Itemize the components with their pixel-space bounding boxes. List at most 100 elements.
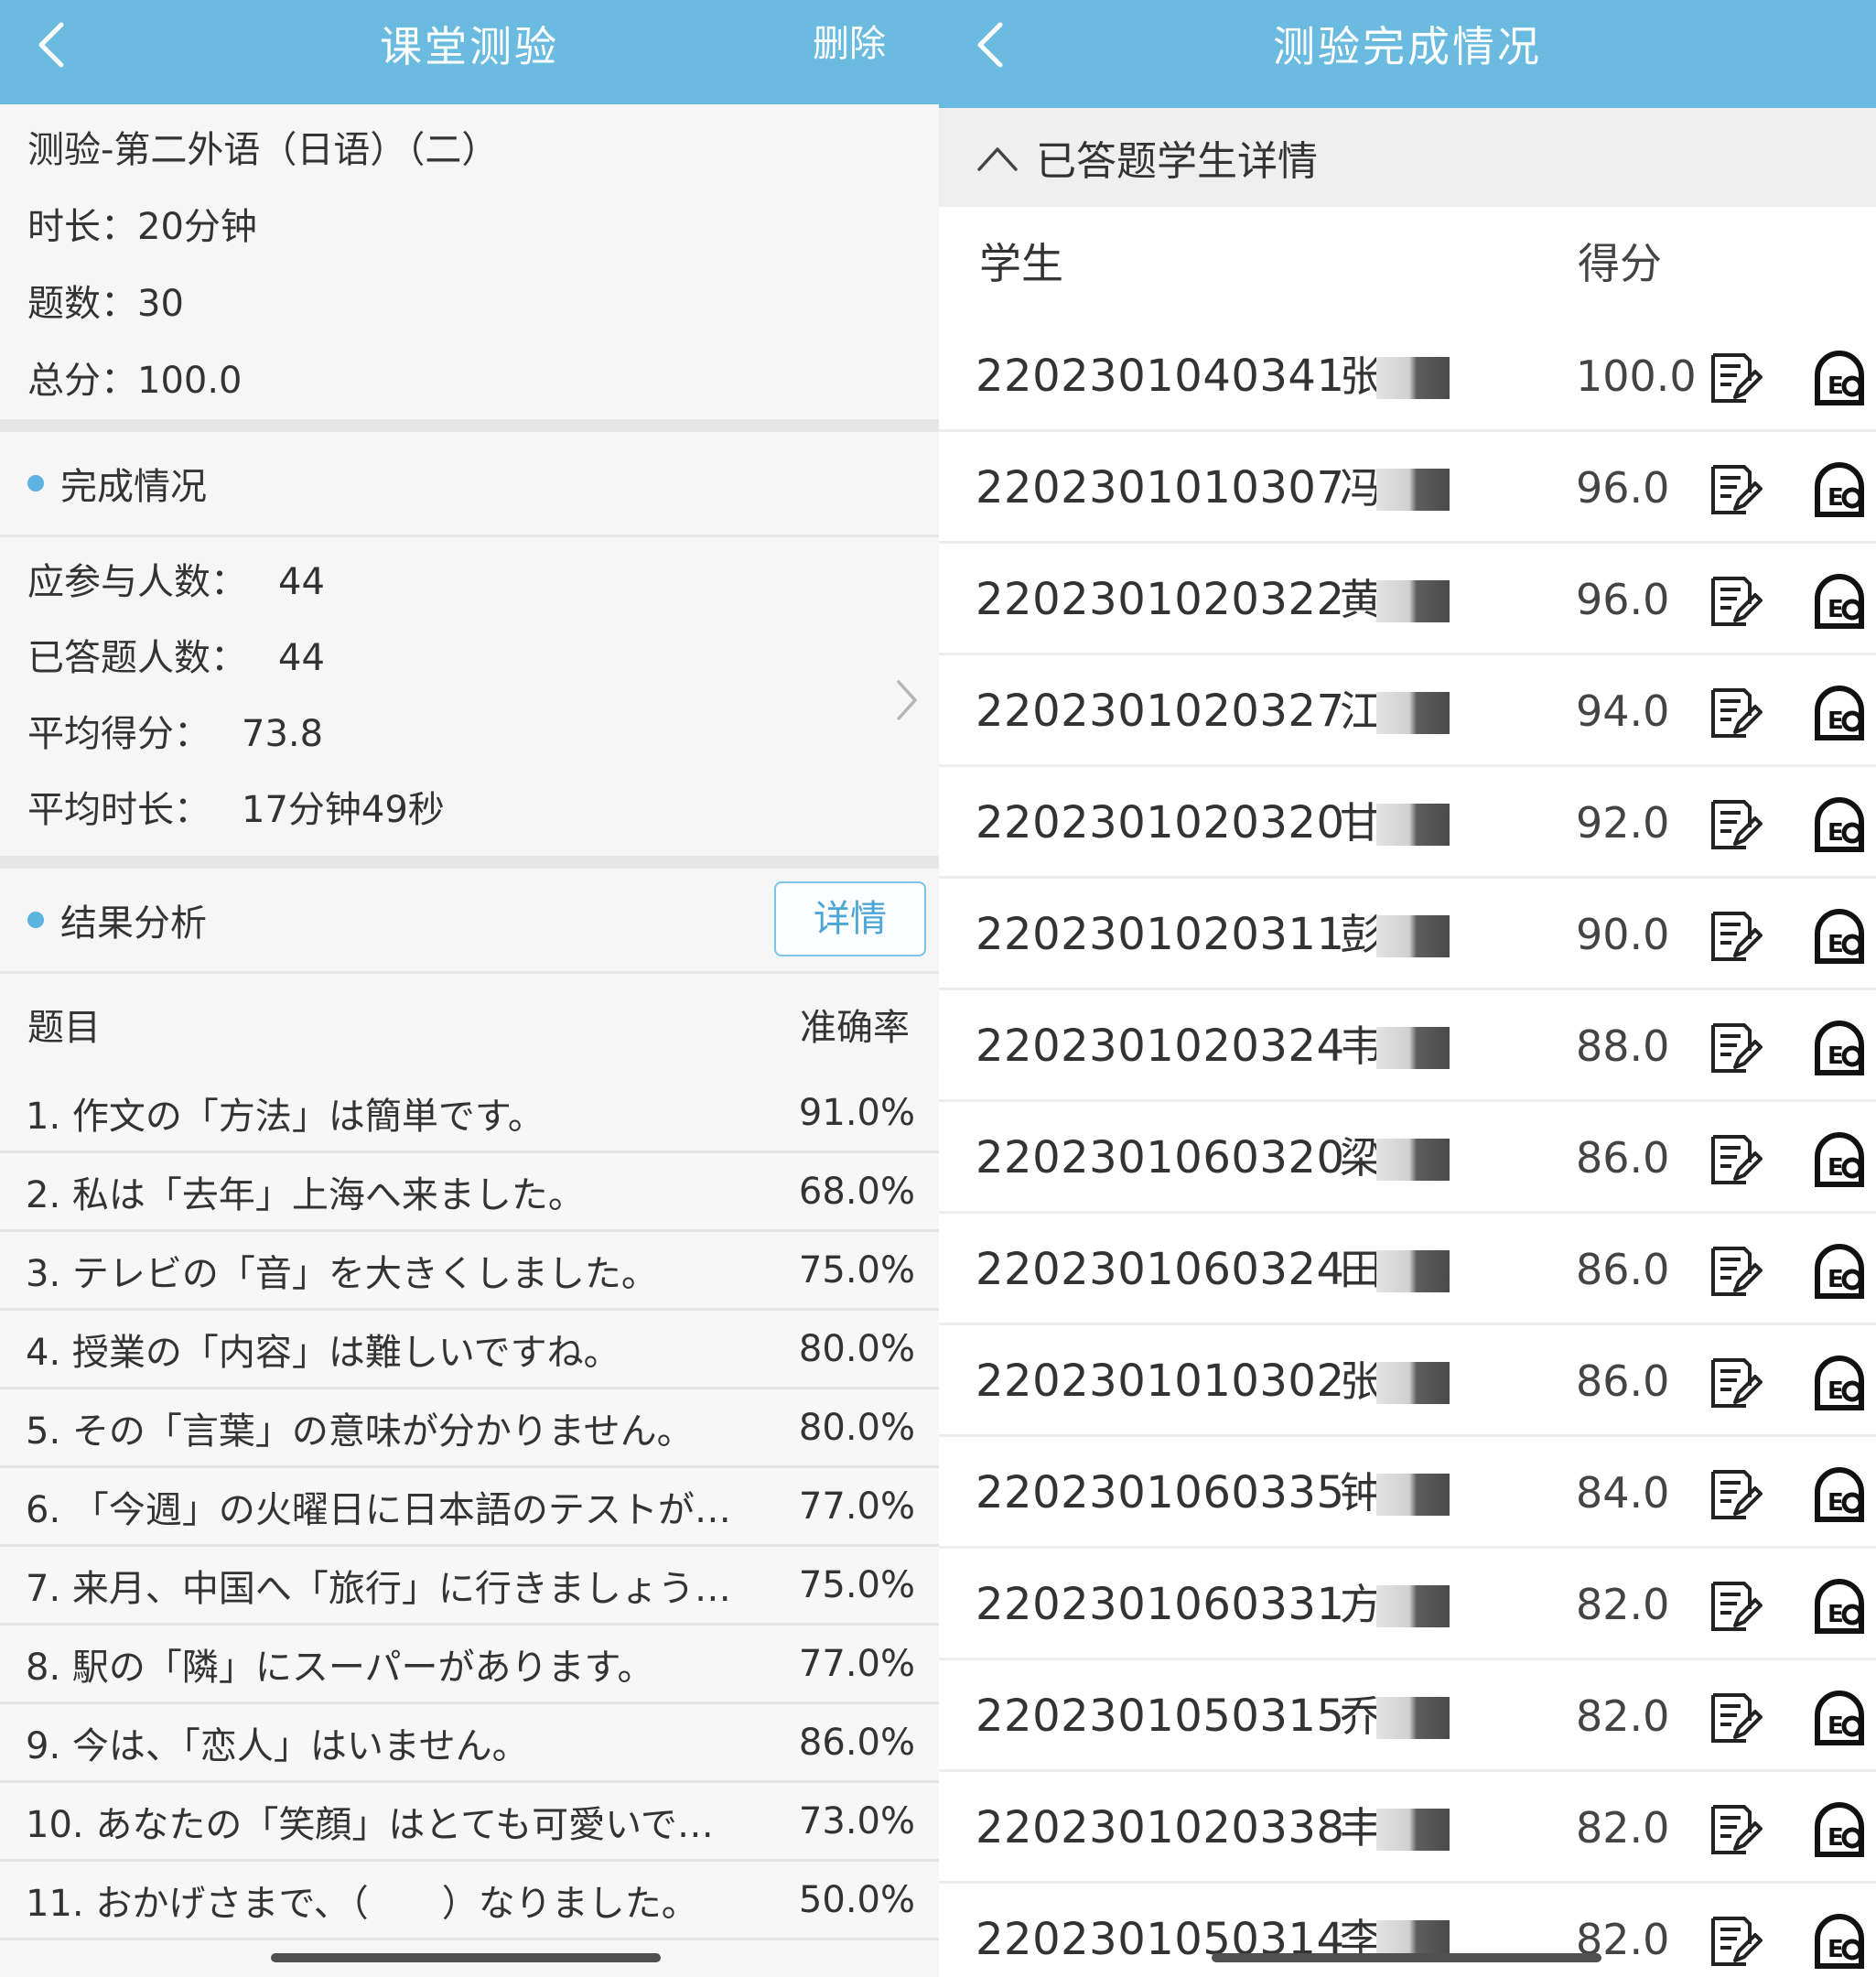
eo-view-icon[interactable]: E	[1812, 794, 1872, 855]
svg-text:E: E	[1827, 1824, 1844, 1852]
student-id: 2202301020324	[976, 1021, 1345, 1072]
question-row[interactable]: 4. 授業の「内容」は難しいですね。 80.0%	[0, 1311, 939, 1389]
question-row[interactable]: 2. 私は「去年」上海へ来ました。 68.0%	[0, 1153, 939, 1232]
student-score: 86.0	[1576, 1133, 1670, 1183]
edit-document-icon[interactable]	[1704, 1688, 1764, 1748]
edit-document-icon[interactable]	[1704, 1241, 1764, 1302]
eo-view-icon[interactable]: E	[1812, 1353, 1872, 1413]
student-row[interactable]: 2202301060324 田 86.0 E	[939, 1214, 1876, 1325]
eo-view-icon[interactable]: E	[1812, 1018, 1872, 1078]
answered-students-toggle[interactable]: 已答题学生详情	[939, 108, 1876, 207]
student-row[interactable]: 2202301020311 彭 90.0 E	[939, 879, 1876, 990]
eo-view-icon[interactable]: E	[1812, 1241, 1872, 1302]
completion-stats[interactable]: 应参与人数： 44 已答题人数： 44 平均得分： 73.8 平均时长： 17分钟49秒	[0, 537, 939, 856]
stat-average-time: 平均时长： 17分钟49秒	[0, 772, 939, 848]
student-row[interactable]: 2202301010302 张 86.0 E	[939, 1325, 1876, 1437]
accuracy-rate: 80.0%	[798, 1327, 915, 1370]
edit-document-icon[interactable]	[1704, 1353, 1764, 1413]
eo-view-icon[interactable]: E	[1812, 571, 1872, 632]
student-table-header: 学生 得分	[939, 207, 1876, 320]
eo-view-icon[interactable]: E	[1812, 1688, 1872, 1748]
edit-document-icon[interactable]	[1704, 1911, 1764, 1972]
edit-document-icon[interactable]	[1704, 906, 1764, 967]
student-row[interactable]: 2202301020322 黄 96.0 E	[939, 544, 1876, 655]
chevron-right-icon[interactable]	[888, 673, 924, 728]
question-row[interactable]: 3. テレビの「音」を大きくしました。 75.0%	[0, 1232, 939, 1311]
student-row[interactable]: 2202301060335 钟 84.0 E	[939, 1437, 1876, 1549]
home-indicator[interactable]	[271, 1953, 661, 1962]
eo-view-icon[interactable]: E	[1812, 1911, 1872, 1972]
accuracy-rate: 75.0%	[798, 1563, 915, 1606]
question-row[interactable]: 8. 駅の「隣」にスーパーがあります。 77.0%	[0, 1626, 939, 1704]
quiz-question-count: 题数：30	[27, 283, 184, 325]
question-text: 4. 授業の「内容」は難しいですね。	[26, 1331, 620, 1374]
edit-document-icon[interactable]	[1704, 794, 1764, 855]
svg-text:E: E	[1827, 1489, 1844, 1517]
edit-document-icon[interactable]	[1704, 1018, 1764, 1078]
student-score: 92.0	[1576, 798, 1670, 848]
student-score: 82.0	[1576, 1803, 1670, 1853]
completion-heading: 完成情况	[0, 432, 939, 535]
eo-view-icon[interactable]: E	[1812, 906, 1872, 967]
edit-document-icon[interactable]	[1704, 459, 1764, 520]
question-row[interactable]: 9. 今は、「恋人」はいません。 86.0%	[0, 1704, 939, 1783]
eo-view-icon[interactable]: E	[1812, 348, 1872, 408]
edit-document-icon[interactable]	[1704, 571, 1764, 632]
completion-heading-label: 完成情况	[60, 466, 207, 508]
divider	[0, 419, 939, 432]
student-row[interactable]: 2202301020327 江 94.0 E	[939, 655, 1876, 767]
eo-view-icon[interactable]: E	[1812, 1129, 1872, 1190]
student-id: 2202301020322	[976, 574, 1345, 625]
student-score: 96.0	[1576, 575, 1670, 624]
student-row[interactable]: 2202301010307 冯 96.0 E	[939, 432, 1876, 544]
question-row[interactable]: 11. おかげさまで、（ ）なりました。 50.0%	[0, 1862, 939, 1940]
question-text: 6. 「今週」の火曜日に日本語のテストが…	[26, 1488, 731, 1531]
name-redaction-mask	[1376, 469, 1450, 511]
svg-text:E: E	[1827, 596, 1844, 623]
question-row[interactable]: 10. あなたの「笑顔」はとても可愛いで… 73.0%	[0, 1783, 939, 1862]
stat-label: 平均时长：	[27, 789, 210, 831]
question-row[interactable]: 6. 「今週」の火曜日に日本語のテストが… 77.0%	[0, 1468, 939, 1547]
question-list: 1. 作文の「方法」は簡単です。 91.0% 2. 私は「去年」上海へ来ました。 68…	[0, 1075, 939, 1940]
student-row[interactable]: 2202301020338 丰 82.0 E	[939, 1772, 1876, 1884]
student-score: 82.0	[1576, 1691, 1670, 1741]
home-indicator[interactable]	[1212, 1953, 1601, 1962]
eo-view-icon[interactable]: E	[1812, 1799, 1872, 1860]
student-row[interactable]: 2202301060331 方 82.0 E	[939, 1549, 1876, 1660]
student-id: 2202301050314	[976, 1914, 1345, 1965]
student-row[interactable]: 2202301020320 甘 92.0 E	[939, 767, 1876, 879]
edit-document-icon[interactable]	[1704, 683, 1764, 743]
edit-document-icon[interactable]	[1704, 348, 1764, 408]
delete-button[interactable]: 删除	[813, 0, 886, 88]
eo-view-icon[interactable]: E	[1812, 1464, 1872, 1525]
student-id: 2202301060324	[976, 1244, 1345, 1295]
quiz-panel: 课堂测验 删除 测验-第二外语（日语）（二） 时长：20分钟 题数：30 总分：…	[0, 0, 939, 1977]
svg-text:E: E	[1827, 373, 1844, 400]
student-row[interactable]: 2202301060320 梁 86.0 E	[939, 1102, 1876, 1214]
accuracy-rate: 77.0%	[798, 1485, 915, 1528]
student-score: 94.0	[1576, 686, 1670, 736]
eo-view-icon[interactable]: E	[1812, 459, 1872, 520]
name-redaction-mask	[1376, 1027, 1450, 1069]
student-row[interactable]: 2202301040341 张 100.0 E	[939, 320, 1876, 432]
svg-text:E: E	[1827, 1601, 1844, 1628]
name-redaction-mask	[1376, 580, 1450, 622]
svg-text:E: E	[1827, 1936, 1844, 1963]
bullet-dot-icon	[27, 912, 44, 928]
quiz-total-score: 总分：100.0	[27, 360, 243, 402]
student-row[interactable]: 2202301020324 韦 88.0 E	[939, 990, 1876, 1102]
question-row[interactable]: 7. 来月、中国へ「旅行」に行きましょう… 75.0%	[0, 1547, 939, 1626]
question-row[interactable]: 5. その「言葉」の意味が分かりません。 80.0%	[0, 1389, 939, 1468]
student-row[interactable]: 2202301050315 乔 82.0 E	[939, 1660, 1876, 1772]
student-row[interactable]: 2202301050314 李 82.0 E	[939, 1884, 1876, 1977]
eo-view-icon[interactable]: E	[1812, 1576, 1872, 1637]
question-row[interactable]: 1. 作文の「方法」は簡単です。 91.0%	[0, 1075, 939, 1153]
edit-document-icon[interactable]	[1704, 1464, 1764, 1525]
eo-view-icon[interactable]: E	[1812, 683, 1872, 743]
edit-document-icon[interactable]	[1704, 1576, 1764, 1637]
edit-document-icon[interactable]	[1704, 1129, 1764, 1190]
student-score: 82.0	[1576, 1915, 1670, 1964]
edit-document-icon[interactable]	[1704, 1799, 1764, 1860]
question-text: 10. あなたの「笑顔」はとても可愛いで…	[26, 1803, 714, 1846]
detail-button[interactable]: 详情	[774, 881, 926, 956]
